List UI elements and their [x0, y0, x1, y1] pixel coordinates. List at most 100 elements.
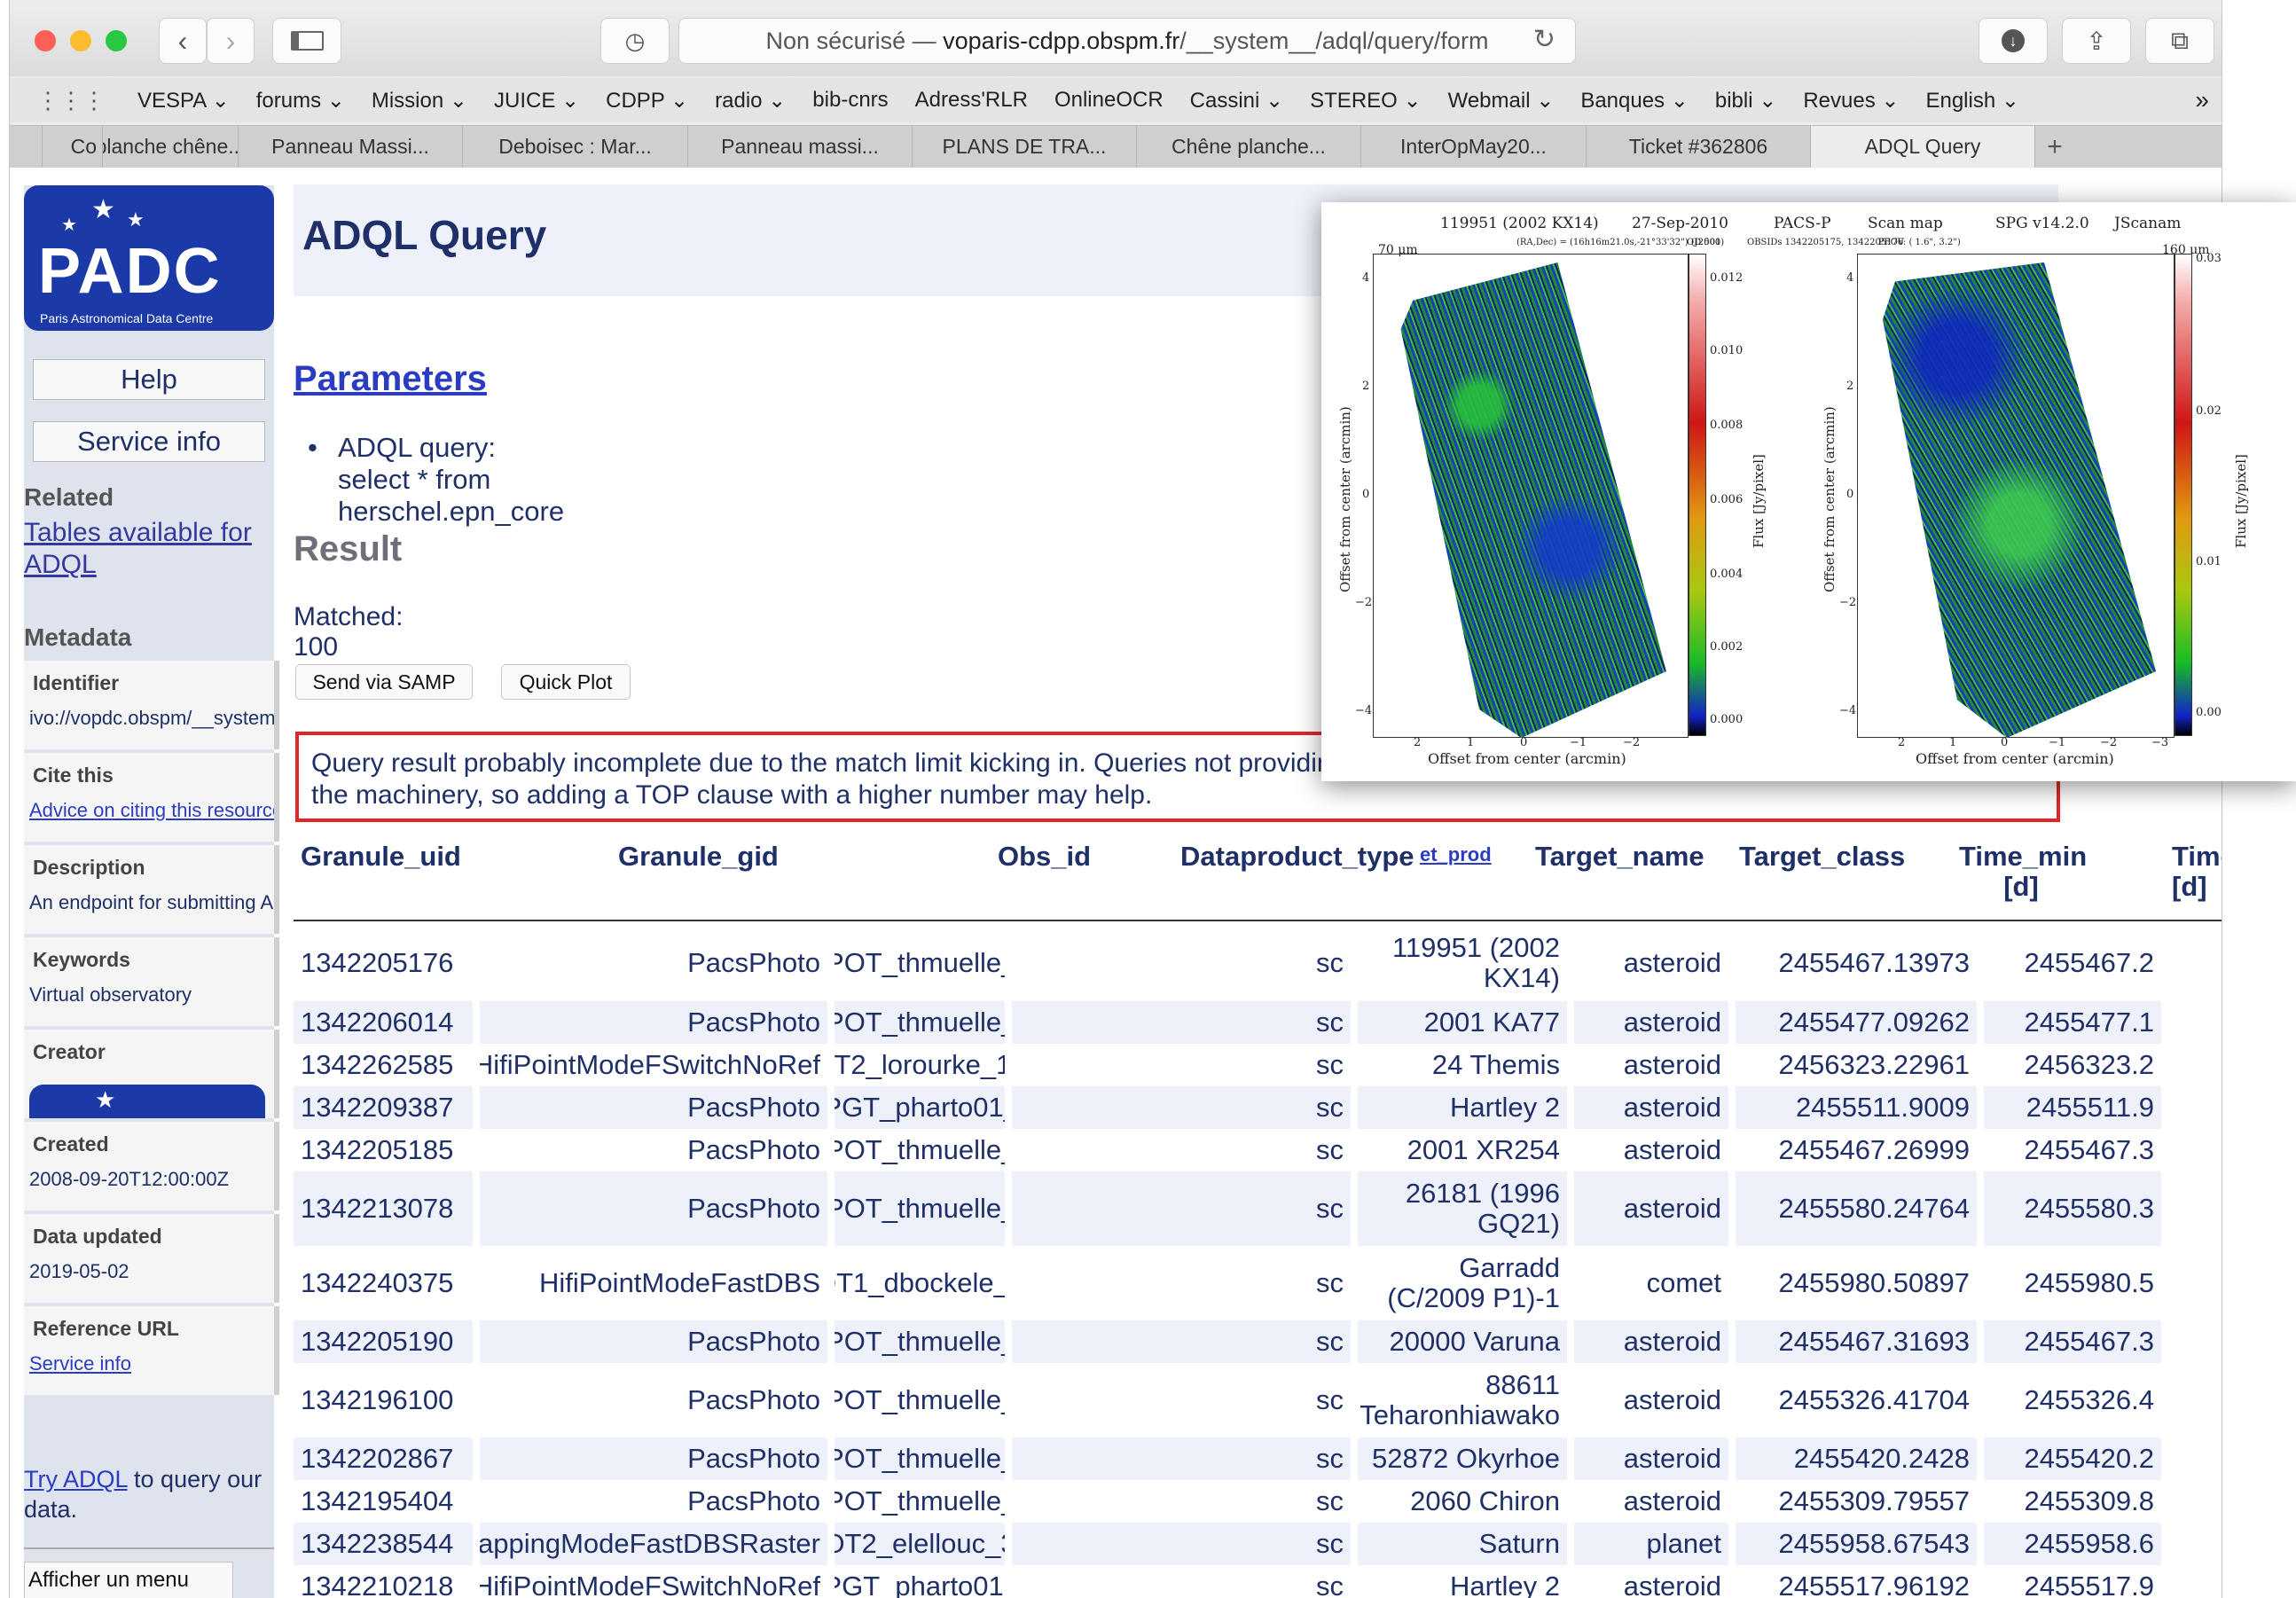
col-granule-gid[interactable]: Granule_gid	[618, 842, 779, 872]
table-cell: 2455467.2	[2024, 947, 2154, 978]
bookmark-forums[interactable]: forums ⌄	[256, 88, 345, 114]
col-time-max[interactable]: Time_max [d]	[2172, 842, 2222, 902]
left-cbar-tick: 0.010	[1710, 344, 1744, 357]
bookmark-bib-cnrs[interactable]: bib-cnrs	[812, 88, 888, 113]
downloads-button[interactable]: ↓	[1979, 18, 2048, 64]
bookmark-cdpp[interactable]: CDPP ⌄	[606, 88, 688, 114]
tables-available-link[interactable]: Tables available for ADQL	[24, 517, 272, 581]
close-window-button[interactable]	[35, 30, 56, 51]
left-cbar-label: Flux [Jy/pixel]	[1751, 454, 1767, 548]
bookmark-cassini[interactable]: Cassini ⌄	[1190, 88, 1283, 114]
reload-icon[interactable]: ↻	[1533, 24, 1555, 55]
table-cell: 1342205176	[294, 925, 476, 1001]
bookmark-english[interactable]: English ⌄	[1925, 88, 2019, 114]
bookmark-juice[interactable]: JUICE ⌄	[494, 88, 579, 114]
tab-panneau-massif-2[interactable]: Panneau massi...	[688, 126, 913, 168]
left-cbar-tick: 0.008	[1710, 419, 1744, 432]
download-icon: ↓	[2002, 29, 2025, 52]
address-bar[interactable]: Non sécurisé — voparis-cdpp.obspm.fr/__s…	[678, 18, 1576, 64]
logo-text: PADC	[38, 236, 222, 307]
bookmark-vespa[interactable]: VESPA ⌄	[137, 88, 230, 114]
table-cell: PacsPhoto	[480, 1480, 831, 1523]
tab-chene-planche[interactable]: Chêne planche...	[1137, 126, 1361, 168]
right-cbar-tick: 0.03	[2196, 252, 2222, 265]
tab-pinned[interactable]	[10, 126, 43, 168]
tab-adql-query[interactable]: ADQL Query	[1811, 126, 2035, 168]
bookmark-radio[interactable]: radio ⌄	[715, 88, 786, 114]
left-xtick: −2	[1623, 736, 1641, 749]
bookmark-onlineocr[interactable]: OnlineOCR	[1054, 88, 1164, 113]
matched-count: Matched: 100	[294, 602, 404, 662]
table-cell: 119951 (2002 KX14)	[1358, 925, 1571, 1001]
tab-plans-de-travail[interactable]: PLANS DE TRA...	[913, 126, 1137, 168]
table-cell: 2455958.67543	[1736, 1523, 1980, 1565]
table-cell: 2455420.2428	[1736, 1437, 1980, 1480]
left-ylabel: Offset from center (arcmin)	[1337, 406, 1353, 592]
sidebar-toggle-button[interactable]	[272, 18, 341, 64]
col-dataproduct-type[interactable]: Dataproduct_type	[1180, 842, 1414, 872]
col-target-name[interactable]: Target_name	[1535, 842, 1704, 872]
table-cell: OT1_dbockele_1	[835, 1246, 1008, 1320]
tab-ticket[interactable]: Ticket #362806	[1587, 126, 1811, 168]
table-cell: 2455309.8	[2024, 1485, 2154, 1516]
bookmark-bibli[interactable]: bibli ⌄	[1715, 88, 1776, 114]
left-colorbar	[1689, 254, 1706, 736]
service-info-link[interactable]: Service info	[29, 1352, 131, 1375]
preview-spg: SPG v14.2.0	[1995, 215, 2089, 232]
right-xtick: −2	[2100, 736, 2118, 749]
parameters-heading-link[interactable]: Parameters	[294, 359, 487, 399]
table-row: 1342195404PacsPhotoKPOT_thmuelle_1sc2060…	[294, 1480, 2222, 1523]
show-menu-button[interactable]: Afficher un menu	[24, 1562, 233, 1598]
col-target-class[interactable]: Target_class	[1739, 842, 1905, 872]
tab-deboisec[interactable]: Deboisec : Mar...	[463, 126, 688, 168]
more-bookmarks-icon[interactable]: »	[2195, 86, 2209, 114]
table-cell: sc	[1012, 925, 1354, 1001]
right-ytick: −4	[1839, 704, 1857, 717]
col-granule-uid[interactable]: Granule_uid	[301, 842, 461, 872]
tab-co[interactable]: Co	[43, 126, 103, 168]
bookmark-mission[interactable]: Mission ⌄	[372, 88, 467, 114]
padc-logo[interactable]: ★ ★ ★ PADC Paris Astronomical Data Centr…	[24, 185, 274, 331]
quicklook-preview[interactable]: 119951 (2002 KX14) 27-Sep-2010 PACS-P Sc…	[1321, 202, 2296, 781]
tab-panneau-massif[interactable]: Panneau Massi...	[239, 126, 463, 168]
try-adql-link[interactable]: Try ADQL	[24, 1466, 128, 1492]
bookmark-banques[interactable]: Banques ⌄	[1580, 88, 1689, 114]
help-button[interactable]: Help	[33, 359, 265, 400]
table-cell: 1342238544	[294, 1523, 476, 1565]
table-cell: PacsPhoto	[480, 1129, 831, 1171]
bookmark-adress-rlr[interactable]: Adress'RLR	[915, 88, 1028, 113]
tabs-overview-button[interactable]: ⧉	[2145, 18, 2214, 64]
table-row: 1342202867PacsPhotoKPOT_thmuelle_1sc5287…	[294, 1437, 2222, 1480]
send-via-samp-button[interactable]: Send via SAMP	[295, 664, 473, 700]
bookmark-revues[interactable]: Revues ⌄	[1803, 88, 1899, 114]
grid-icon[interactable]: ⋮⋮⋮	[36, 87, 106, 114]
logo-subtitle: Paris Astronomical Data Centre	[40, 311, 214, 325]
table-cell: sc	[1012, 1171, 1354, 1246]
service-info-button[interactable]: Service info	[33, 421, 265, 462]
table-cell: PacsPhoto	[480, 1171, 831, 1246]
history-button[interactable]: ◷	[600, 18, 670, 64]
forward-button[interactable]: ›	[207, 18, 255, 64]
col-dataproduct-type-link[interactable]: et_prod	[1420, 843, 1492, 866]
table-cell: asteroid	[1574, 925, 1732, 1001]
table-cell: KPOT_thmuelle_1	[835, 1320, 1008, 1363]
table-cell: asteroid	[1574, 1086, 1732, 1129]
citing-advice-link[interactable]: Advice on citing this resource	[29, 799, 274, 822]
bookmark-webmail[interactable]: Webmail ⌄	[1448, 88, 1555, 114]
right-xtick: −3	[2151, 736, 2169, 749]
tab-planche-chene[interactable]: planche chêne...	[103, 126, 239, 168]
right-colorbar	[2175, 254, 2192, 736]
col-obs-id[interactable]: Obs_id	[998, 842, 1091, 872]
quick-plot-button[interactable]: Quick Plot	[501, 664, 631, 700]
new-tab-button[interactable]: +	[2035, 126, 2074, 168]
share-button[interactable]: ⇪	[2062, 18, 2131, 64]
bookmark-stereo[interactable]: STEREO ⌄	[1310, 88, 1421, 114]
minimize-window-button[interactable]	[70, 30, 91, 51]
zoom-window-button[interactable]	[106, 30, 127, 51]
table-cell: asteroid	[1574, 1044, 1732, 1086]
tab-interopmay[interactable]: InterOpMay20...	[1361, 126, 1587, 168]
table-cell: 26181 (1996 GQ21)	[1358, 1171, 1571, 1246]
col-time-min[interactable]: Time_min [d]	[1959, 842, 2087, 902]
back-button[interactable]: ‹	[159, 18, 207, 64]
table-cell: asteroid	[1574, 1129, 1732, 1171]
